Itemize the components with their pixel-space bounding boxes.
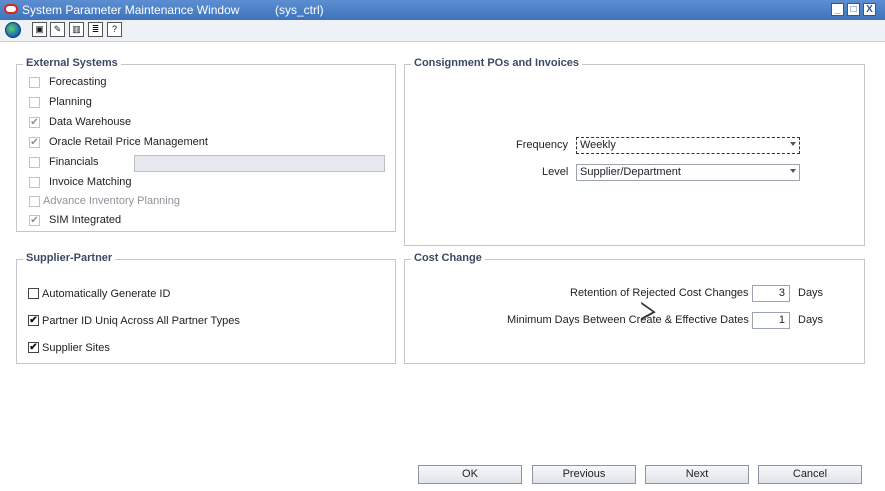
print-icon[interactable]: ▣: [32, 22, 47, 37]
supplier-partner-title: Supplier-Partner: [23, 252, 116, 264]
chevron-down-icon: [790, 142, 796, 146]
partner-id-uniq-label: Partner ID Uniq Across All Partner Types: [42, 315, 240, 327]
planning-label: Planning: [49, 96, 92, 108]
invoice-matching-label: Invoice Matching: [49, 176, 132, 188]
cost-change-title: Cost Change: [411, 252, 485, 264]
level-label: Level: [542, 166, 569, 178]
next-button[interactable]: Next: [645, 465, 749, 484]
level-select[interactable]: Supplier/Department: [576, 164, 800, 181]
close-button[interactable]: X: [863, 3, 876, 16]
chevron-down-icon: [790, 169, 796, 173]
maximize-button[interactable]: □: [847, 3, 860, 16]
forecasting-checkbox[interactable]: [29, 77, 40, 88]
title-bar: System Parameter Maintenance Window (sys…: [0, 0, 885, 20]
auto-generate-id-checkbox[interactable]: [28, 288, 39, 299]
min-days-label: Minimum Days Between Create & Effective …: [507, 314, 749, 326]
price-management-checkbox[interactable]: ✔: [29, 137, 40, 148]
sim-integrated-checkbox[interactable]: ✔: [29, 215, 40, 226]
sim-integrated-label: SIM Integrated: [49, 214, 122, 226]
consignment-title: Consignment POs and Invoices: [411, 57, 583, 69]
book-icon[interactable]: ▥: [69, 22, 84, 37]
frequency-label: Frequency: [516, 139, 568, 151]
invoice-matching-checkbox[interactable]: [29, 177, 40, 188]
window-title: System Parameter Maintenance Window: [22, 3, 240, 17]
planning-checkbox[interactable]: [29, 97, 40, 108]
advance-inventory-planning-checkbox[interactable]: [29, 196, 40, 207]
cost-change-group: Cost Change: [404, 252, 865, 364]
help-icon[interactable]: ?: [107, 22, 122, 37]
supplier-sites-label: Supplier Sites: [42, 342, 110, 354]
globe-icon[interactable]: [5, 22, 21, 38]
frequency-value: Weekly: [580, 139, 616, 151]
min-days-unit: Days: [798, 314, 824, 326]
data-warehouse-checkbox[interactable]: ✔: [29, 117, 40, 128]
financials-label: Financials: [49, 156, 99, 168]
previous-button[interactable]: Previous: [532, 465, 636, 484]
window-module-name: (sys_ctrl): [275, 3, 324, 17]
min-days-input[interactable]: 1: [752, 312, 790, 329]
edit-icon[interactable]: ✎: [50, 22, 65, 37]
frequency-select[interactable]: Weekly: [576, 137, 800, 154]
partner-id-uniq-checkbox[interactable]: ✔: [28, 315, 39, 326]
consignment-group: Consignment POs and Invoices: [404, 57, 865, 246]
cancel-button[interactable]: Cancel: [758, 465, 862, 484]
forecasting-label: Forecasting: [49, 76, 107, 88]
supplier-sites-checkbox[interactable]: ✔: [28, 342, 39, 353]
retention-unit: Days: [798, 287, 824, 299]
retention-input[interactable]: 3: [752, 285, 790, 302]
retention-label: Retention of Rejected Cost Changes: [570, 287, 749, 299]
notes-icon[interactable]: ≣: [88, 22, 103, 37]
auto-generate-id-label: Automatically Generate ID: [42, 288, 171, 300]
minimize-button[interactable]: _: [831, 3, 844, 16]
data-warehouse-label: Data Warehouse: [49, 116, 132, 128]
ok-button[interactable]: OK: [418, 465, 522, 484]
toolbar: ▣ ✎ ▥ ≣ ?: [0, 20, 885, 42]
advance-inventory-planning-label: Advance Inventory Planning: [43, 195, 180, 207]
level-value: Supplier/Department: [580, 166, 681, 178]
external-systems-title: External Systems: [23, 57, 121, 69]
financials-checkbox[interactable]: [29, 157, 40, 168]
financials-field[interactable]: [134, 155, 385, 172]
oracle-logo-icon: [4, 4, 18, 14]
price-management-label: Oracle Retail Price Management: [49, 136, 208, 148]
